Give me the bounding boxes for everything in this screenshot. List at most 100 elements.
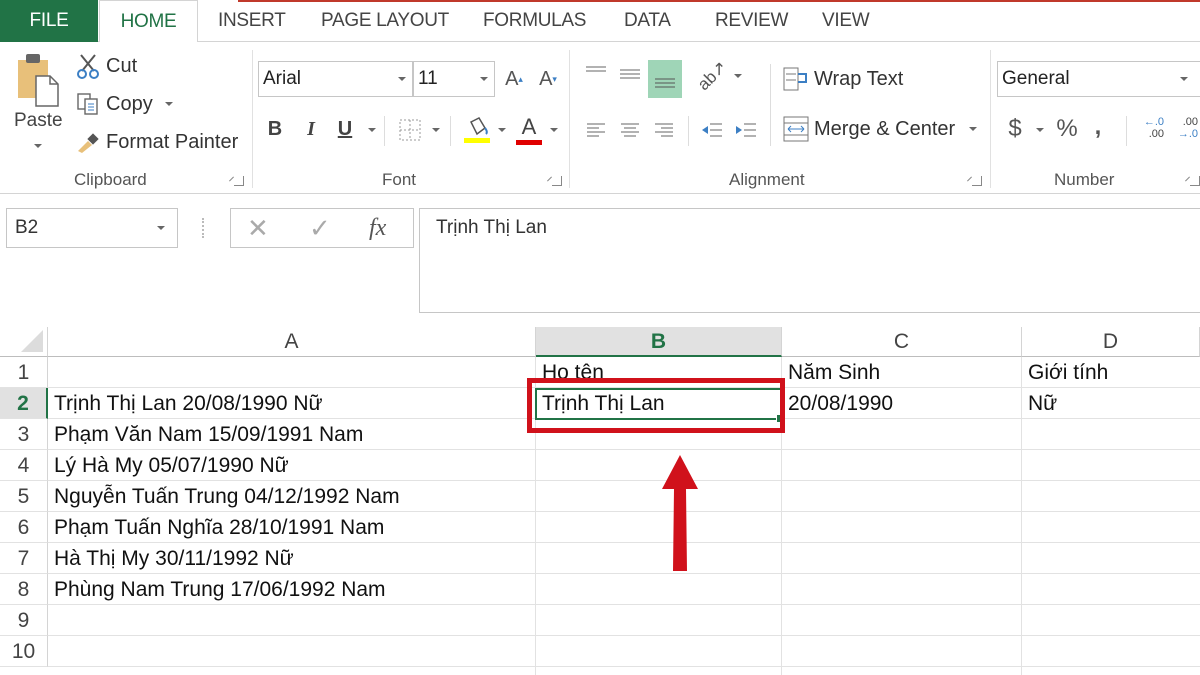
tab-data[interactable]: DATA bbox=[624, 0, 671, 42]
cell-a3[interactable]: Phạm Văn Nam 15/09/1991 Nam bbox=[48, 419, 536, 450]
cell-a1[interactable] bbox=[48, 357, 536, 388]
middle-align-button[interactable] bbox=[616, 60, 644, 88]
alignment-launcher-icon[interactable] bbox=[972, 176, 982, 186]
cell-a10[interactable] bbox=[48, 636, 536, 667]
font-color-button[interactable]: A bbox=[514, 112, 544, 146]
cell-d9[interactable] bbox=[1022, 605, 1200, 636]
percent-button[interactable]: % bbox=[1054, 114, 1080, 144]
cell-c3[interactable] bbox=[782, 419, 1022, 450]
paste-dropdown-caret[interactable] bbox=[34, 144, 42, 148]
cell-c4[interactable] bbox=[782, 450, 1022, 481]
tab-view[interactable]: VIEW bbox=[822, 0, 870, 42]
bold-button[interactable]: B bbox=[264, 114, 286, 144]
underline-dropdown-caret[interactable] bbox=[368, 128, 376, 132]
cell-c7[interactable] bbox=[782, 543, 1022, 574]
font-size-select[interactable]: 11 bbox=[413, 61, 495, 97]
cell-b4[interactable] bbox=[536, 450, 782, 481]
tab-formulas[interactable]: FORMULAS bbox=[483, 0, 586, 42]
currency-button[interactable]: $ bbox=[1004, 114, 1026, 144]
formula-bar-resize-handle[interactable] bbox=[202, 218, 204, 238]
grow-font-button[interactable]: A ▴ bbox=[502, 64, 526, 94]
cell-b6[interactable] bbox=[536, 512, 782, 543]
enter-icon[interactable]: ✓ bbox=[309, 213, 331, 244]
name-box[interactable]: B2 bbox=[6, 208, 178, 248]
font-launcher-icon[interactable] bbox=[552, 176, 562, 186]
tab-file[interactable]: FILE bbox=[0, 0, 98, 42]
cell-c2[interactable]: 20/08/1990 bbox=[782, 388, 1022, 419]
cut-button[interactable]: Cut bbox=[76, 52, 137, 80]
row-header-8[interactable]: 8 bbox=[0, 574, 48, 605]
copy-dropdown-caret[interactable] bbox=[164, 102, 173, 106]
cell-c8[interactable] bbox=[782, 574, 1022, 605]
comma-style-button[interactable]: , bbox=[1090, 112, 1106, 142]
row-header-6[interactable]: 6 bbox=[0, 512, 48, 543]
wrap-text-button[interactable]: Wrap Text bbox=[782, 64, 903, 94]
cell-d8[interactable] bbox=[1022, 574, 1200, 605]
column-header-a[interactable]: A bbox=[48, 327, 536, 357]
merge-center-button[interactable]: Merge & Center bbox=[782, 114, 978, 144]
cell-a6[interactable]: Phạm Tuấn Nghĩa 28/10/1991 Nam bbox=[48, 512, 536, 543]
decrease-indent-button[interactable] bbox=[698, 116, 726, 144]
tab-review[interactable]: REVIEW bbox=[715, 0, 788, 42]
row-header-10[interactable]: 10 bbox=[0, 636, 48, 667]
tab-home[interactable]: HOME bbox=[99, 0, 198, 43]
cancel-icon[interactable]: ✕ bbox=[247, 213, 269, 244]
row-header-5[interactable]: 5 bbox=[0, 481, 48, 512]
cell-d3[interactable] bbox=[1022, 419, 1200, 450]
column-header-d[interactable]: D bbox=[1022, 327, 1200, 357]
cell-c6[interactable] bbox=[782, 512, 1022, 543]
row-header-9[interactable]: 9 bbox=[0, 605, 48, 636]
cell-c5[interactable] bbox=[782, 481, 1022, 512]
cell-d10[interactable] bbox=[1022, 636, 1200, 667]
number-launcher-icon[interactable] bbox=[1190, 176, 1200, 186]
align-center-button[interactable] bbox=[616, 116, 644, 144]
merge-center-dropdown-caret[interactable] bbox=[969, 127, 978, 131]
clipboard-launcher-icon[interactable] bbox=[234, 176, 244, 186]
cell-a9[interactable] bbox=[48, 605, 536, 636]
cell-c1[interactable]: Năm Sinh bbox=[782, 357, 1022, 388]
cell-d2[interactable]: Nữ bbox=[1022, 388, 1200, 419]
cell-a4[interactable]: Lý Hà My 05/07/1990 Nữ bbox=[48, 450, 536, 481]
cell-d5[interactable] bbox=[1022, 481, 1200, 512]
cell-a2[interactable]: Trịnh Thị Lan 20/08/1990 Nữ bbox=[48, 388, 536, 419]
increase-decimal-button[interactable]: ←.0 .00 bbox=[1140, 116, 1164, 146]
font-color-dropdown-caret[interactable] bbox=[550, 128, 558, 132]
select-all-button[interactable] bbox=[0, 327, 48, 357]
row-header-1[interactable]: 1 bbox=[0, 357, 48, 388]
cell-b7[interactable] bbox=[536, 543, 782, 574]
row-header-7[interactable]: 7 bbox=[0, 543, 48, 574]
decrease-decimal-button[interactable]: .00 →.0 bbox=[1172, 116, 1198, 146]
bottom-align-button[interactable] bbox=[648, 60, 682, 98]
cell-b10[interactable] bbox=[536, 636, 782, 667]
cell-b8[interactable] bbox=[536, 574, 782, 605]
currency-dropdown-caret[interactable] bbox=[1036, 128, 1044, 132]
insert-function-icon[interactable]: fx bbox=[369, 215, 386, 242]
row-header-3[interactable]: 3 bbox=[0, 419, 48, 450]
font-name-select[interactable]: Arial bbox=[258, 61, 413, 97]
cell-a8[interactable]: Phùng Nam Trung 17/06/1992 Nam bbox=[48, 574, 536, 605]
tab-page-layout[interactable]: PAGE LAYOUT bbox=[321, 0, 449, 42]
underline-button[interactable]: U bbox=[334, 114, 356, 144]
copy-button[interactable]: Copy bbox=[76, 90, 173, 118]
fill-color-button[interactable] bbox=[462, 112, 492, 146]
cell-d4[interactable] bbox=[1022, 450, 1200, 481]
align-right-button[interactable] bbox=[650, 116, 678, 144]
italic-button[interactable]: I bbox=[300, 114, 322, 144]
column-header-b[interactable]: B bbox=[536, 327, 782, 357]
cell-d6[interactable] bbox=[1022, 512, 1200, 543]
row-header-4[interactable]: 4 bbox=[0, 450, 48, 481]
align-left-button[interactable] bbox=[582, 116, 610, 144]
cell-a7[interactable]: Hà Thị My 30/11/1992 Nữ bbox=[48, 543, 536, 574]
row-header-2[interactable]: 2 bbox=[0, 388, 48, 419]
paste-button[interactable]: Paste bbox=[14, 52, 68, 148]
increase-indent-button[interactable] bbox=[732, 116, 760, 144]
top-align-button[interactable] bbox=[582, 60, 610, 88]
orientation-button[interactable]: ab↗ bbox=[694, 57, 742, 94]
cell-d7[interactable] bbox=[1022, 543, 1200, 574]
number-format-select[interactable]: General bbox=[997, 61, 1200, 97]
fill-color-dropdown-caret[interactable] bbox=[498, 128, 506, 132]
formula-input[interactable]: Trịnh Thị Lan bbox=[419, 208, 1200, 313]
cell-d1[interactable]: Giới tính bbox=[1022, 357, 1200, 388]
shrink-font-button[interactable]: A ▾ bbox=[536, 64, 560, 94]
column-header-c[interactable]: C bbox=[782, 327, 1022, 357]
